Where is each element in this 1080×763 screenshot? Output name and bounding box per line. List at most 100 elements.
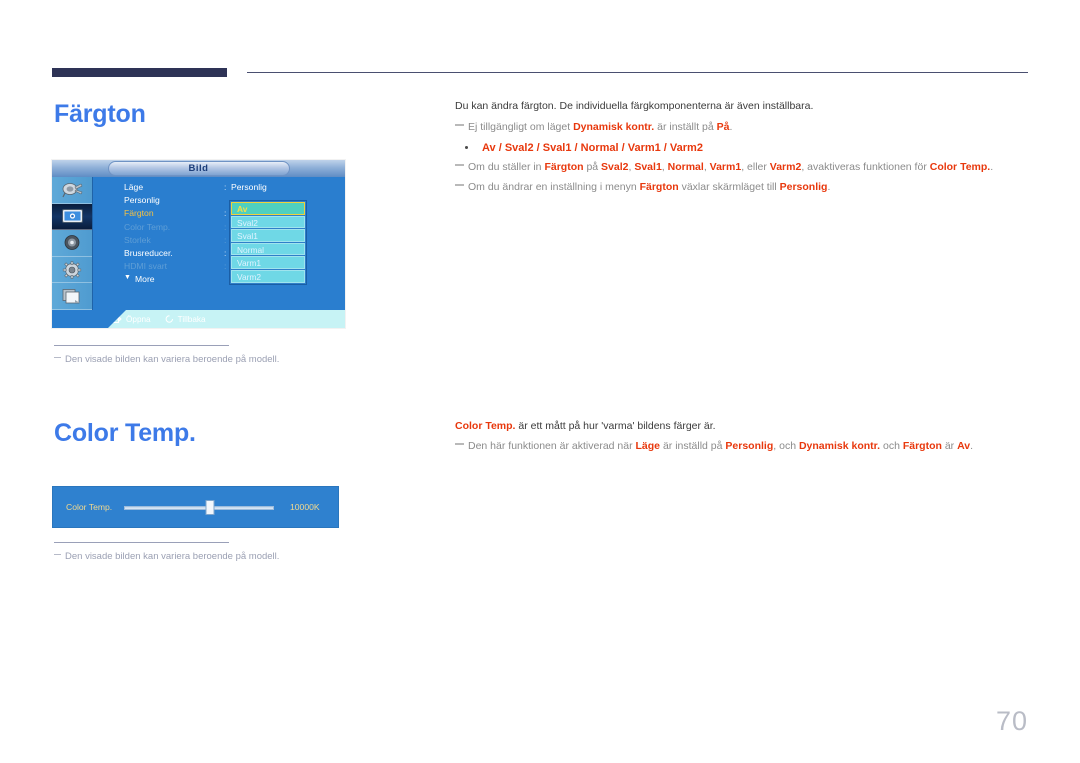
- note-dash-icon: [455, 164, 464, 167]
- note2-part8: .: [990, 161, 994, 173]
- note2-em3: Sval1: [634, 161, 662, 173]
- osd-row-label: Läge: [124, 182, 144, 192]
- osd-icon-sidebar: [52, 177, 93, 310]
- note3-part1: Om du ändrar en inställning i menyn: [468, 181, 640, 193]
- fargton-note-2: Om du ställer in Färgton på Sval2, Sval1…: [455, 161, 993, 175]
- colortemp-slider[interactable]: [124, 499, 274, 515]
- osd-row-label: Storlek: [124, 234, 151, 245]
- footnote-text-row: Den visade bilden kan variera beroende p…: [54, 551, 284, 562]
- page-title-colortemp: Color Temp.: [54, 419, 196, 447]
- osd-title-text: Bild: [188, 163, 209, 174]
- fargton-footnote: Den visade bilden kan variera beroende p…: [54, 345, 284, 365]
- setup-gear-icon[interactable]: [52, 257, 92, 284]
- ct-note-part5: är: [941, 440, 958, 452]
- osd-row-colon: :: [224, 208, 227, 219]
- hint-back[interactable]: Tillbaka: [165, 315, 206, 324]
- osd-row-colon: :: [224, 234, 227, 245]
- header-rule: [52, 68, 1028, 78]
- ct-note-em1: Läge: [635, 440, 661, 452]
- osd-row-label: HDMI svart: [124, 261, 167, 272]
- footnote-dash-icon: [54, 553, 61, 556]
- note2-part6: , eller: [741, 161, 770, 173]
- note2-em5: Varm1: [709, 161, 742, 173]
- dropdown-option-normal[interactable]: Normal: [231, 242, 305, 256]
- note2-em1: Färgton: [544, 161, 584, 173]
- osd-row-label: More: [135, 274, 155, 285]
- ct-note-part6: .: [970, 440, 974, 452]
- fargton-intro-text: Du kan ändra färgton. De individuella fä…: [455, 100, 813, 114]
- fargton-options-bullet: Av / Sval2 / Sval1 / Normal / Varm1 / Va…: [455, 141, 703, 155]
- note2-em7: Color Temp.: [929, 161, 991, 173]
- footnote-dash-icon: [54, 356, 61, 359]
- note1-part1: Ej tillgängligt om läget: [468, 121, 574, 133]
- colortemp-slider-label: Color Temp.: [66, 502, 113, 512]
- colortemp-slider-screenshot: Color Temp. 10000K: [52, 486, 339, 528]
- osd-row-colon: :: [224, 247, 227, 258]
- ct-note-em5: Av: [957, 440, 971, 452]
- ct-note-part4: och: [880, 440, 903, 452]
- header-rule-thick: [52, 68, 227, 77]
- osd-hint-bar: Flytta Öppna: [52, 310, 345, 328]
- osd-menu-screenshot: Bild Läge: Personlig Personlig Färgton …: [52, 160, 345, 328]
- note-dash-icon: [455, 124, 464, 127]
- note1-em2: På: [716, 121, 730, 133]
- osd-hint-corner-shape: [52, 310, 126, 328]
- colortemp-intro-text: Color Temp. är ett mått på hur 'varma' b…: [455, 420, 716, 434]
- osd-row-label: Färgton: [124, 208, 154, 219]
- note-dash-icon: [455, 184, 464, 187]
- note2-em6: Varm2: [769, 161, 802, 173]
- dropdown-option-varm1[interactable]: Varm1: [231, 256, 305, 269]
- osd-row-colon: :: [224, 261, 227, 272]
- chevron-down-icon: ▼: [124, 274, 131, 282]
- osd-row-colon: :: [224, 182, 227, 192]
- osd-title-pill: Bild: [107, 161, 290, 176]
- fargton-intro-label: Du kan ändra färgton. De individuella fä…: [455, 100, 814, 112]
- dropdown-option-av[interactable]: Av: [231, 202, 305, 215]
- osd-row-label: Color Temp.: [124, 221, 171, 232]
- fargton-note-1: Ej tillgängligt om läget Dynamisk kontr.…: [455, 121, 732, 135]
- fargton-dropdown[interactable]: Av Sval2 Sval1 Normal Varm1 Varm2: [229, 200, 307, 285]
- note1-em1: Dynamisk kontr.: [573, 121, 655, 133]
- input-source-icon[interactable]: [52, 177, 92, 204]
- multi-control-icon[interactable]: [52, 283, 92, 310]
- colortemp-slider-thumb[interactable]: [205, 499, 214, 515]
- bullet-dot-icon: [465, 145, 468, 149]
- dropdown-option-varm2[interactable]: Varm2: [231, 269, 305, 283]
- note2-em2: Sval2: [601, 161, 629, 173]
- hint-label: Öppna: [126, 314, 151, 324]
- footnote-rule: [54, 542, 229, 543]
- note2-em4: Normal: [667, 161, 704, 173]
- hint-label: Tillbaka: [177, 314, 206, 324]
- return-icon: [165, 315, 174, 323]
- note3-em2: Personlig: [779, 181, 828, 193]
- ct-note-part2: är inställd på: [660, 440, 726, 452]
- ct-note-part3: , och: [773, 440, 799, 452]
- footnote-label: Den visade bilden kan variera beroende p…: [65, 551, 280, 562]
- note3-em1: Färgton: [639, 181, 679, 193]
- fargton-options-list: Av / Sval2 / Sval1 / Normal / Varm1 / Va…: [482, 142, 703, 154]
- note2-part2: på: [583, 161, 602, 173]
- colortemp-footnote: Den visade bilden kan variera beroende p…: [54, 542, 284, 562]
- osd-row-value: Personlig: [231, 182, 267, 192]
- fargton-note-3: Om du ändrar en inställning i menyn Färg…: [455, 181, 830, 195]
- sound-icon[interactable]: [52, 230, 92, 257]
- dropdown-option-sval1[interactable]: Sval1: [231, 229, 305, 242]
- note3-part2: växlar skärmläget till: [678, 181, 780, 193]
- picture-icon[interactable]: [52, 203, 92, 231]
- footnote-label: Den visade bilden kan variera beroende p…: [65, 354, 280, 365]
- footnote-rule: [54, 345, 229, 346]
- page-number: 70: [995, 706, 1028, 736]
- osd-row-lage[interactable]: Läge : Personlig: [124, 182, 339, 195]
- colortemp-slider-value: 10000K: [290, 502, 320, 512]
- header-rule-thin: [247, 72, 1028, 73]
- note2-part7: , avaktiveras funktionen för: [801, 161, 930, 173]
- footnote-text-row: Den visade bilden kan variera beroende p…: [54, 354, 284, 365]
- note3-part3: .: [827, 181, 831, 193]
- ct-intro-part1: är ett mått på hur 'varma' bildens färge…: [515, 420, 716, 432]
- osd-row-label: Personlig: [124, 195, 160, 206]
- osd-row-colon: :: [224, 221, 227, 232]
- dropdown-option-sval2[interactable]: Sval2: [231, 215, 305, 229]
- osd-titlebar: Bild: [52, 160, 345, 177]
- note-dash-icon: [455, 443, 464, 446]
- colortemp-slider-track: [124, 505, 274, 510]
